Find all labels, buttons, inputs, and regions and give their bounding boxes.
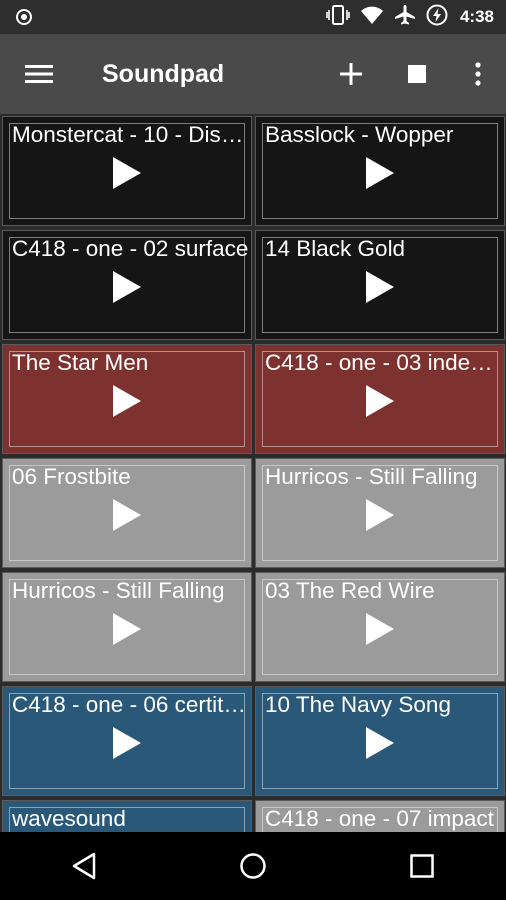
status-time: 4:38 (459, 7, 494, 26)
more-options-icon[interactable] (450, 34, 506, 114)
home-icon[interactable] (218, 832, 288, 900)
menu-icon[interactable] (0, 34, 78, 114)
sound-pad[interactable]: C418 - one - 02 surface (2, 230, 252, 340)
sound-pad[interactable]: C418 - one - 03 independent (255, 344, 505, 454)
pad-label: Monstercat - 10 - Disco Fire (12, 122, 250, 147)
status-bar: 4:38 (0, 0, 506, 34)
sound-pad[interactable]: Basslock - Wopper (255, 116, 505, 226)
pad-label: 10 The Navy Song (265, 692, 451, 717)
location-icon (12, 5, 36, 29)
play-icon[interactable] (360, 723, 400, 763)
soundpad-grid: Monstercat - 10 - Disco Fire Basslock - … (0, 114, 506, 832)
recents-icon[interactable] (387, 832, 457, 900)
pad-label: 03 The Red Wire (265, 578, 435, 603)
sound-pad[interactable]: wavesound (2, 800, 252, 832)
pad-label: C418 - one - 07 impact (265, 806, 494, 831)
app-bar: Soundpad (0, 34, 506, 114)
pad-label: C418 - one - 06 certitude (12, 692, 250, 717)
sound-pad[interactable]: Monstercat - 10 - Disco Fire (2, 116, 252, 226)
sound-pad[interactable]: The Star Men (2, 344, 252, 454)
back-icon[interactable] (49, 832, 119, 900)
wifi-icon (360, 5, 384, 30)
pad-label: Hurricos - Still Falling (12, 578, 225, 603)
sound-pad[interactable]: Hurricos - Still Falling (2, 572, 252, 682)
sound-pad[interactable]: 10 The Navy Song (255, 686, 505, 796)
pad-label: wavesound (12, 806, 126, 831)
battery-charging-icon (426, 4, 448, 31)
play-icon[interactable] (107, 153, 147, 193)
play-icon[interactable] (107, 495, 147, 535)
pad-label: The Star Men (12, 350, 149, 375)
play-icon[interactable] (360, 381, 400, 421)
pad-label: 06 Frostbite (12, 464, 131, 489)
pad-label: Basslock - Wopper (265, 122, 454, 147)
play-icon[interactable] (360, 609, 400, 649)
sound-pad[interactable]: 14 Black Gold (255, 230, 505, 340)
play-icon[interactable] (360, 495, 400, 535)
play-icon[interactable] (107, 267, 147, 307)
sound-pad[interactable]: 06 Frostbite (2, 458, 252, 568)
navigation-bar (0, 832, 506, 900)
app-title: Soundpad (102, 59, 225, 88)
pad-label: C418 - one - 03 independent (265, 350, 503, 375)
sound-pad[interactable]: C418 - one - 06 certitude (2, 686, 252, 796)
pad-label: 14 Black Gold (265, 236, 406, 261)
add-icon[interactable] (318, 34, 384, 114)
stop-icon[interactable] (384, 34, 450, 114)
airplane-icon (394, 4, 416, 31)
sound-pad[interactable]: C418 - one - 07 impact (255, 800, 505, 832)
play-icon[interactable] (360, 153, 400, 193)
play-icon[interactable] (107, 381, 147, 421)
play-icon[interactable] (107, 723, 147, 763)
play-icon[interactable] (360, 267, 400, 307)
play-icon[interactable] (107, 609, 147, 649)
pad-label: Hurricos - Still Falling (265, 464, 478, 489)
pad-label: C418 - one - 02 surface (12, 236, 249, 261)
sound-pad[interactable]: Hurricos - Still Falling (255, 458, 505, 568)
vibrate-icon (326, 4, 350, 30)
sound-pad[interactable]: 03 The Red Wire (255, 572, 505, 682)
